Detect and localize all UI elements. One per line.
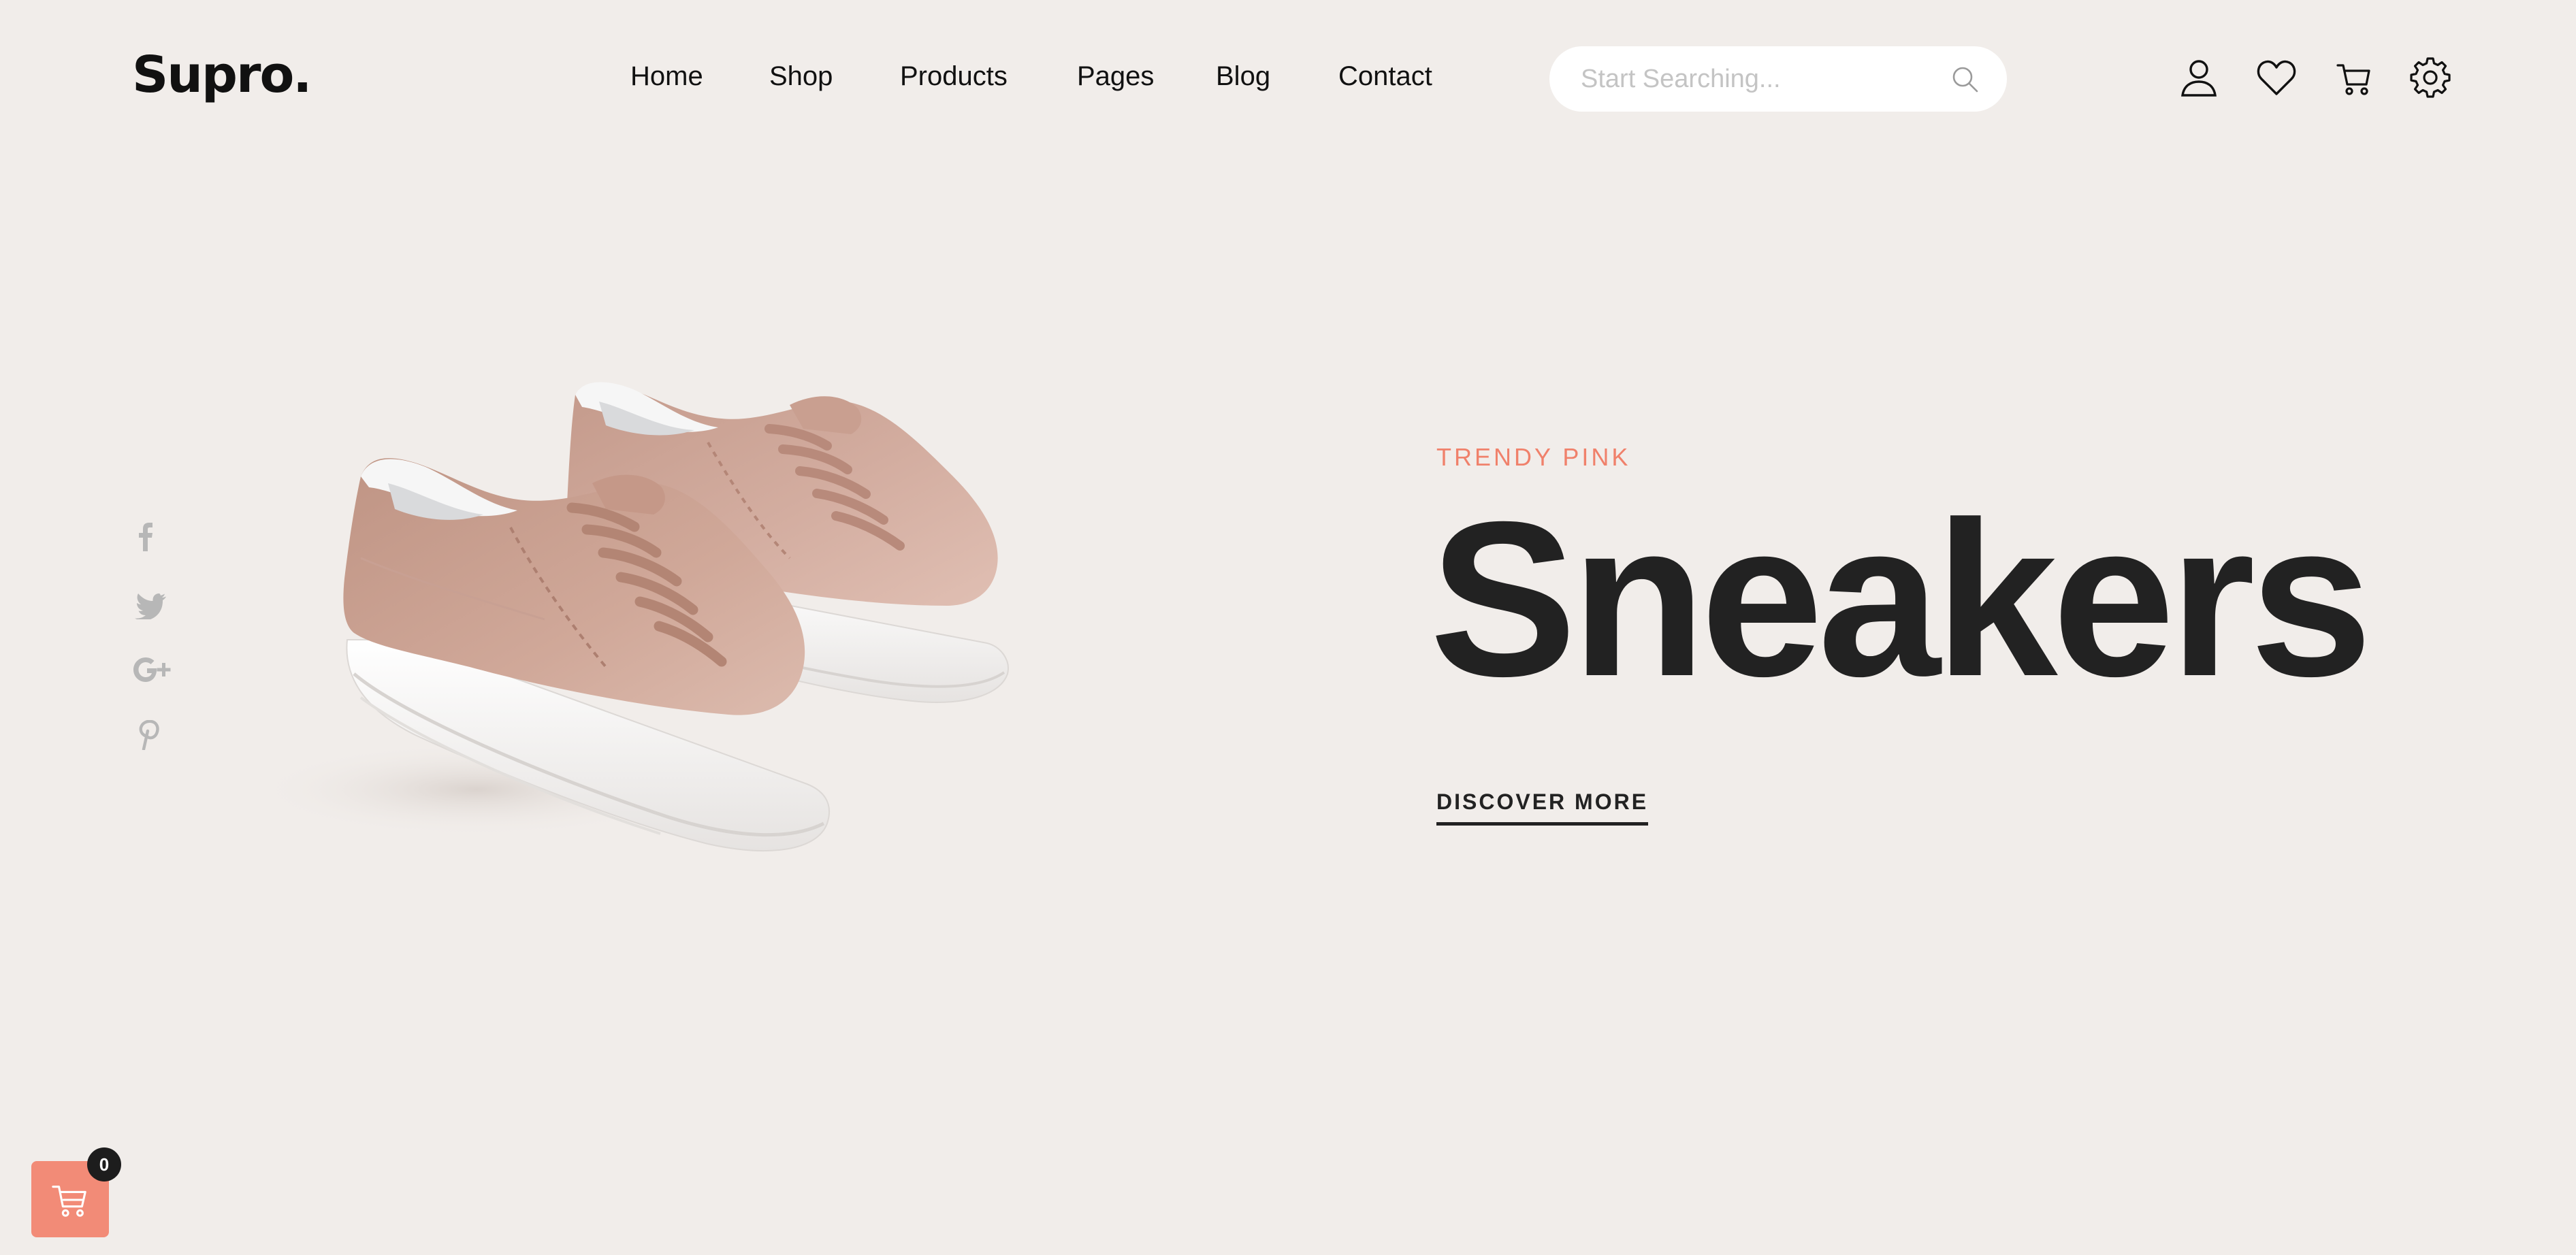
google-plus-icon[interactable] <box>133 655 174 685</box>
gear-icon[interactable] <box>2410 57 2451 98</box>
nav-item-pages[interactable]: Pages <box>1077 56 1154 97</box>
search-icon[interactable] <box>1951 65 1980 94</box>
nav-item-products[interactable]: Products <box>900 56 1008 97</box>
search-bar <box>1549 46 2007 112</box>
search-input[interactable] <box>1581 59 1935 99</box>
nav-item-home[interactable]: Home <box>630 56 703 97</box>
heart-icon[interactable] <box>2256 57 2297 98</box>
hero-subtitle: TRENDY PINK <box>1436 443 1631 471</box>
nav-item-contact[interactable]: Contact <box>1338 56 1432 97</box>
twitter-icon[interactable] <box>133 589 174 619</box>
cart-icon <box>50 1180 90 1220</box>
facebook-icon[interactable] <box>133 521 174 551</box>
pinterest-icon[interactable] <box>133 720 174 750</box>
pink-sneakers-image <box>191 354 1253 1007</box>
nav-item-blog[interactable]: Blog <box>1216 56 1270 97</box>
cart-icon[interactable] <box>2334 57 2374 98</box>
user-icon[interactable] <box>2178 57 2219 98</box>
floating-cart-button[interactable]: 0 <box>31 1147 121 1237</box>
nav-item-shop[interactable]: Shop <box>769 56 833 97</box>
logo[interactable]: Supro. <box>132 42 312 108</box>
cart-count-badge: 0 <box>87 1147 121 1181</box>
hero-title: Sneakers <box>1430 476 2372 722</box>
discover-more-link[interactable]: DISCOVER MORE <box>1436 787 1649 826</box>
